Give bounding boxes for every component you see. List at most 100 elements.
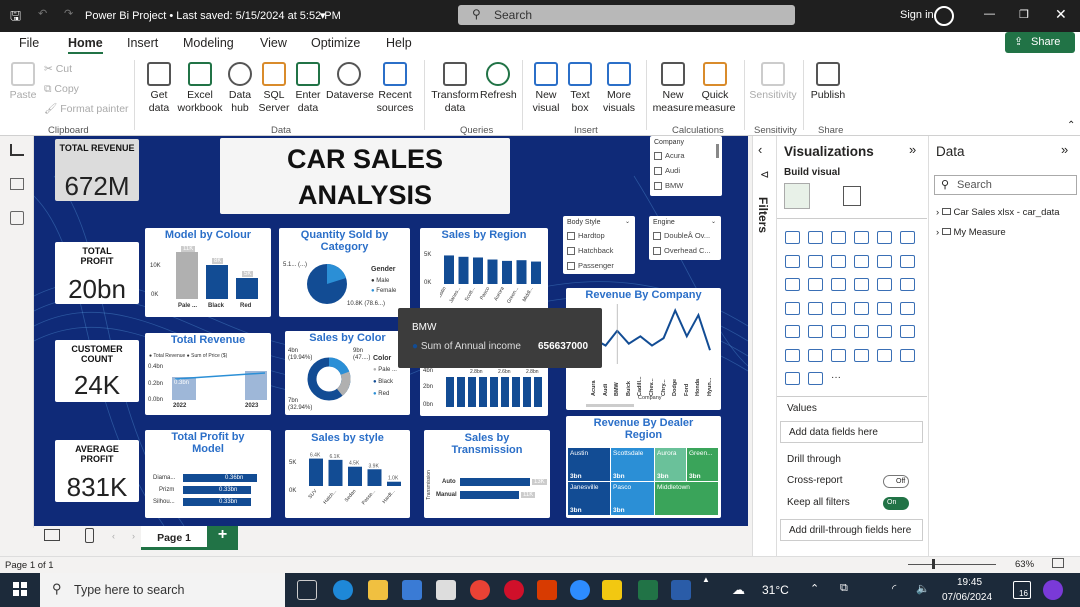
chart-sales-by-style[interactable]: Sales by style 5K 0K 6.4K SUV 6.1K Hatch...… <box>285 430 410 518</box>
treemap-cell[interactable]: Green... 3bn <box>687 448 718 481</box>
scrollbar[interactable] <box>586 404 634 407</box>
stacked-column-visual-icon[interactable] <box>808 231 823 244</box>
cross-report-toggle[interactable]: Off <box>883 475 909 488</box>
zoom-slider-thumb[interactable] <box>932 559 935 569</box>
chart-total-profit-by-model[interactable]: Total Profit by Model Diama... Prizm Sil… <box>145 430 271 518</box>
add-page-button[interactable]: + <box>207 526 238 550</box>
chevron-down-icon[interactable]: ⌄ <box>711 218 716 225</box>
slicer-company[interactable]: Company Acura Audi BMW <box>650 136 722 196</box>
windows-start-icon[interactable] <box>13 582 27 596</box>
line-col-2-visual-icon[interactable] <box>785 278 800 291</box>
power-automate-visual-icon[interactable] <box>808 372 823 385</box>
notification-icon[interactable]: 16 <box>1013 581 1031 599</box>
cut-button[interactable]: ✂ Cut <box>44 63 72 76</box>
minimize-icon[interactable]: — <box>984 8 995 20</box>
text-box-button[interactable]: Text box <box>564 62 596 115</box>
app-icon[interactable] <box>671 580 691 600</box>
store-icon[interactable] <box>402 580 422 600</box>
report-view-icon[interactable] <box>10 144 24 156</box>
wifi-icon[interactable]: ◜ <box>892 582 896 595</box>
save-icon[interactable]: 🖫 <box>10 7 21 29</box>
sensitivity-button[interactable]: Sensitivity <box>748 62 798 102</box>
scatter-visual-icon[interactable] <box>831 278 846 291</box>
slicer-item-hatchback[interactable]: Hatchback <box>567 246 613 256</box>
maximize-icon[interactable]: ❐ <box>1019 8 1029 21</box>
line-visual-icon[interactable] <box>785 254 800 268</box>
collapse-ribbon-icon[interactable]: ⌃ <box>1067 120 1075 131</box>
menu-home[interactable]: Home <box>68 36 103 54</box>
card-visual-icon[interactable] <box>877 301 892 315</box>
paste-button[interactable]: Paste <box>6 62 40 102</box>
more-visuals-button[interactable]: More visuals <box>598 62 640 115</box>
treemap-cell[interactable]: Austin 3bn <box>568 448 610 481</box>
chart-total-revenue[interactable]: Total Revenue ● Total Revenue ● Sum of P… <box>145 333 271 415</box>
zoom-slider[interactable] <box>908 564 996 565</box>
excel-icon[interactable] <box>638 580 658 600</box>
slicer-item-acura[interactable]: Acura <box>654 151 685 161</box>
network-icon[interactable]: ⧉ <box>840 582 848 595</box>
title-search-box[interactable]: ⚲ Search <box>458 5 795 25</box>
stacked-bar-visual-icon[interactable] <box>785 231 800 244</box>
bar-style[interactable] <box>348 466 362 486</box>
azure-map-visual-icon[interactable] <box>831 301 846 315</box>
chevron-right-icon[interactable]: » <box>909 142 916 157</box>
waterfall-visual-icon[interactable] <box>877 254 892 268</box>
add-drill-field-well[interactable]: Add drill-through fields here <box>780 519 923 541</box>
multi-card-visual-icon[interactable] <box>900 301 915 315</box>
funnel-visual-icon[interactable] <box>808 278 823 291</box>
python-visual-icon[interactable] <box>900 325 915 338</box>
bar-region[interactable] <box>444 255 454 284</box>
filled-map-visual-icon[interactable] <box>808 301 823 315</box>
excel-workbook-button[interactable]: Excel workbook <box>176 62 224 115</box>
menu-modeling[interactable]: Modeling <box>183 36 234 50</box>
treemap-cell[interactable]: Pasco 3bn <box>611 482 654 515</box>
area-visual-icon[interactable] <box>808 254 823 268</box>
clustered-bar-visual-icon[interactable] <box>831 231 846 244</box>
pie-chart[interactable] <box>305 262 349 306</box>
chart-sales-by-transmission[interactable]: Sales by Transmission Transmission Auto … <box>424 430 550 518</box>
decomposition-visual-icon[interactable] <box>808 348 823 362</box>
tab-page-1[interactable]: Page 1 <box>141 526 207 550</box>
dataverse-button[interactable]: Dataverse <box>326 62 374 102</box>
chevron-up-icon[interactable]: ⌃ <box>810 582 819 595</box>
enter-data-button[interactable]: Enter data <box>292 62 324 115</box>
table-my-measure[interactable]: › My Measure <box>936 227 1006 238</box>
slicer-item-audi[interactable]: Audi <box>654 166 680 176</box>
kpi-customer-count[interactable]: CUSTOMER COUNT 24K <box>55 340 139 402</box>
chevron-left-icon[interactable]: ‹ <box>758 142 762 157</box>
kpi-visual-icon[interactable] <box>785 325 800 338</box>
map-visual-icon[interactable] <box>785 301 800 315</box>
table-visual-icon[interactable] <box>831 325 846 338</box>
task-view-icon[interactable] <box>297 580 317 600</box>
chart-quantity-by-category[interactable]: Quantity Sold by Category 5.1... (...) 1… <box>279 228 410 317</box>
bar-region[interactable] <box>473 257 483 284</box>
trend-bar[interactable] <box>446 377 454 407</box>
menu-insert[interactable]: Insert <box>127 36 158 50</box>
next-page-icon[interactable]: › <box>132 531 135 541</box>
treemap-cell[interactable]: Aurora 3bn <box>655 448 686 481</box>
ribbon-visual-icon[interactable] <box>854 254 869 268</box>
bar-region[interactable] <box>516 260 527 284</box>
slicer-item-bmw[interactable]: BMW <box>654 181 683 191</box>
format-painter-button[interactable]: 🖌 Format painter <box>44 103 129 116</box>
signin-link[interactable]: Sign in <box>900 9 934 21</box>
paginated-visual-icon[interactable] <box>877 348 892 362</box>
fit-to-page-icon[interactable] <box>1052 558 1064 568</box>
chevron-down-icon[interactable]: ⌄ <box>625 218 630 225</box>
trend-bar[interactable] <box>523 377 531 407</box>
format-visual-tab[interactable] <box>843 186 861 206</box>
chevron-down-icon[interactable]: ▾ <box>320 9 326 22</box>
slicer-item-hardtop[interactable]: Hardtop <box>567 231 605 241</box>
prev-page-icon[interactable]: ‹ <box>112 531 115 541</box>
bar-diamante[interactable] <box>183 474 257 482</box>
scrollbar[interactable] <box>716 144 719 158</box>
line-column-visual-icon[interactable] <box>900 254 915 268</box>
bar-red[interactable] <box>236 278 258 299</box>
gauge-visual-icon[interactable] <box>854 301 869 315</box>
bar-region[interactable] <box>502 260 512 284</box>
chart-sales-by-region[interactable]: Sales by Region 5K 0K Austin Janes... Scot… <box>420 228 548 316</box>
close-icon[interactable]: ✕ <box>1055 6 1067 23</box>
table-car-sales[interactable]: › Car Sales xlsx - car_data <box>936 207 1060 218</box>
build-visual-tab[interactable] <box>784 183 810 209</box>
new-visual-button[interactable]: New visual <box>530 62 562 115</box>
